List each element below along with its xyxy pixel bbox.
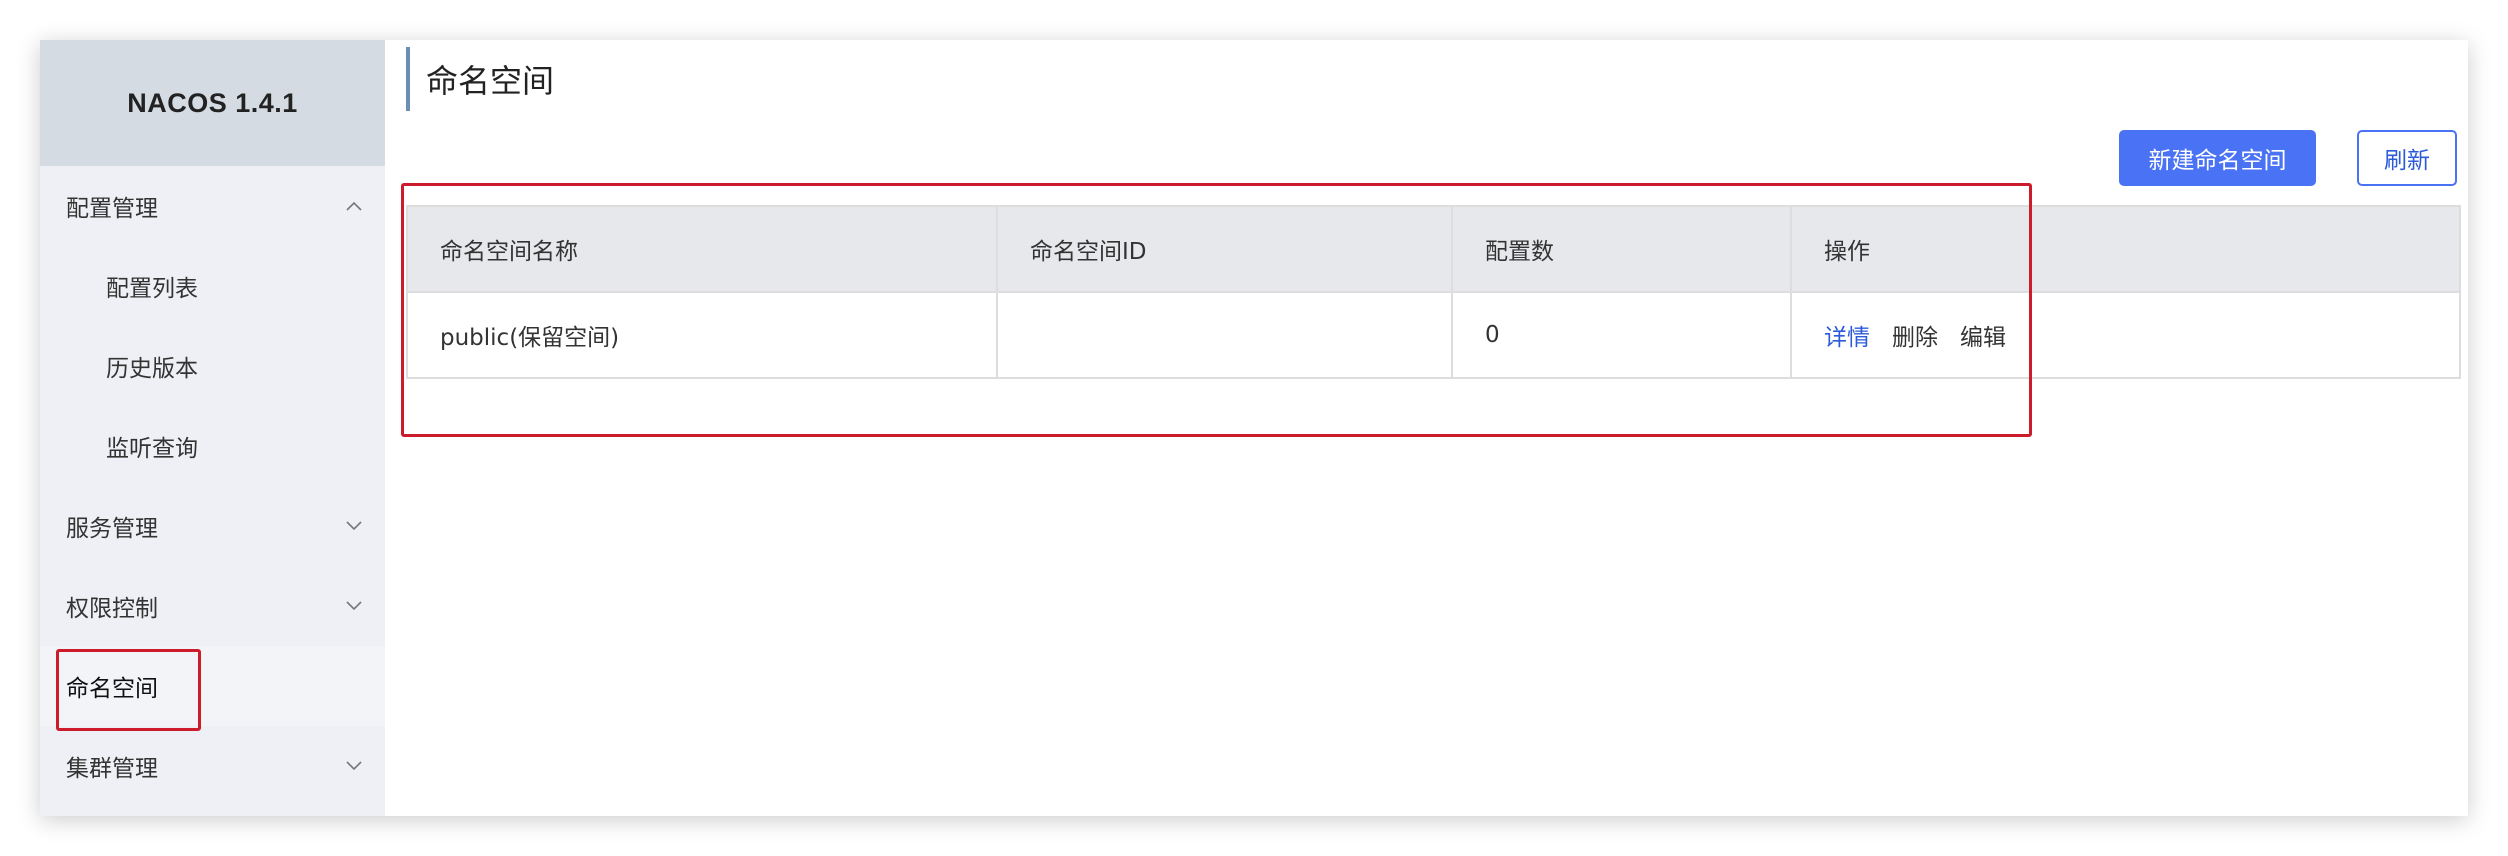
sidebar-item-access-control[interactable]: 权限控制: [40, 566, 385, 646]
namespace-id-cell: [998, 293, 1453, 377]
column-header-operations: 操作: [1824, 239, 1870, 265]
chevron-down-icon: [345, 597, 363, 615]
sidebar-item-label: 集群管理: [66, 756, 158, 782]
namespace-name-cell: public(保留空间): [408, 293, 998, 377]
sidebar-item-label: 配置管理: [66, 196, 158, 222]
chevron-down-icon: [345, 757, 363, 775]
column-header-id: 命名空间ID: [998, 207, 1453, 291]
column-header-config-count: 配置数: [1453, 207, 1792, 291]
sidebar-item-service-management[interactable]: 服务管理: [40, 486, 385, 566]
sidebar-item-config-list[interactable]: 配置列表: [40, 246, 385, 326]
chevron-down-icon: [345, 517, 363, 535]
table-row: public(保留空间) 0 详情 删除 编辑: [408, 293, 2459, 377]
chevron-up-icon: [345, 197, 363, 215]
page-title: 命名空间: [406, 47, 554, 111]
table-header-row: 命名空间名称 命名空间ID 配置数 操作: [408, 207, 2459, 293]
brand-logo: NACOS 1.4.1: [40, 40, 385, 166]
config-count-cell: 0: [1453, 293, 1792, 377]
refresh-button[interactable]: 刷新: [2357, 130, 2457, 186]
sidebar-item-label: 历史版本: [106, 356, 198, 382]
namespace-table: 命名空间名称 命名空间ID 配置数 操作 public(保留空间) 0 详情 删…: [406, 205, 2461, 379]
delete-link[interactable]: 删除: [1892, 318, 1938, 352]
sidebar-item-label: 配置列表: [106, 276, 198, 302]
sidebar-item-history[interactable]: 历史版本: [40, 326, 385, 406]
sidebar-item-label: 服务管理: [66, 516, 158, 542]
operations-cell: 详情 删除 编辑: [1792, 293, 2459, 377]
new-namespace-button[interactable]: 新建命名空间: [2119, 130, 2316, 186]
app-window: NACOS 1.4.1 配置管理 配置列表 历史版本 监听查询 服务管理 权限控…: [40, 40, 2468, 816]
sidebar-item-label: 命名空间: [66, 676, 158, 702]
details-link[interactable]: 详情: [1824, 318, 1870, 352]
sidebar-item-label: 权限控制: [66, 596, 158, 622]
sidebar-item-config-management[interactable]: 配置管理: [40, 166, 385, 246]
sidebar-item-label: 监听查询: [106, 436, 198, 462]
edit-link[interactable]: 编辑: [1960, 318, 2006, 352]
column-header-name: 命名空间名称: [408, 207, 998, 291]
sidebar-item-cluster-management[interactable]: 集群管理: [40, 726, 385, 806]
main-content: 命名空间 新建命名空间 刷新 命名空间名称 命名空间ID 配置数 操作 publ…: [385, 40, 2468, 816]
sidebar-item-listener-query[interactable]: 监听查询: [40, 406, 385, 486]
sidebar-item-namespace[interactable]: 命名空间: [40, 646, 385, 726]
sidebar: NACOS 1.4.1 配置管理 配置列表 历史版本 监听查询 服务管理 权限控…: [40, 40, 385, 816]
